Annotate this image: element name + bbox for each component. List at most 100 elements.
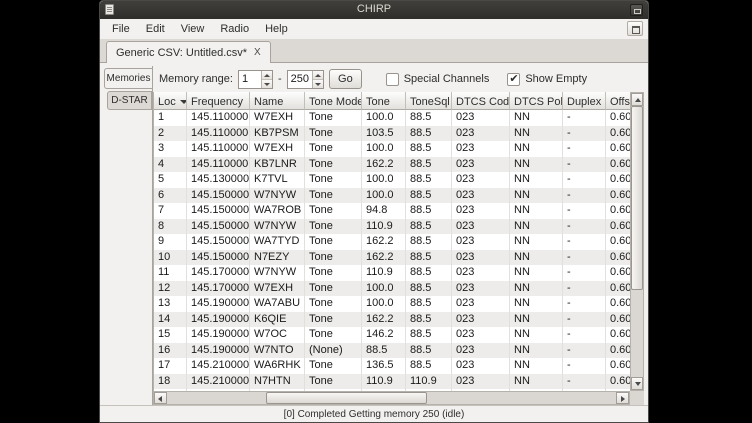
cell-tonesql[interactable]: 88.5 [406,172,452,188]
spinner-arrows[interactable] [261,71,272,88]
cell-duplex[interactable]: - [563,265,606,281]
cell-tone-mode[interactable]: Tone [305,358,362,374]
cell-name[interactable]: WA6RHK [250,358,305,374]
cell-offset[interactable]: 0.600000 [606,296,630,312]
cell-duplex[interactable]: - [563,312,606,328]
column-header-tonesql[interactable]: ToneSql [406,92,452,110]
cell-frequency[interactable]: 145.190000 [187,296,250,312]
cell-frequency[interactable]: 145.110000 [187,126,250,142]
cell-tone-mode[interactable]: Tone [305,172,362,188]
cell-duplex[interactable]: - [563,219,606,235]
cell-duplex[interactable]: - [563,234,606,250]
cell-offset[interactable]: 0.600000 [606,358,630,374]
cell-loc[interactable]: 9 [154,234,187,250]
cell-dtcs-code[interactable]: 023 [452,110,510,126]
cell-duplex[interactable]: - [563,374,606,390]
cell-loc[interactable]: 10 [154,250,187,266]
cell-duplex[interactable]: - [563,281,606,297]
cell-dtcs-code[interactable]: 023 [452,157,510,173]
cell-duplex[interactable]: - [563,358,606,374]
spin-down-icon[interactable] [262,80,272,88]
cell-frequency[interactable]: 145.150000 [187,234,250,250]
cell-tonesql[interactable]: 88.5 [406,141,452,157]
cell-tonesql[interactable]: 88.5 [406,343,452,359]
column-header-dtcs-code[interactable]: DTCS Code [452,92,510,110]
cell-duplex[interactable]: - [563,327,606,343]
column-header-frequency[interactable]: Frequency [187,92,250,110]
cell-loc[interactable]: 2 [154,126,187,142]
table-row[interactable]: 15145.190000W7OCTone146.288.5023NN-0.600… [154,327,630,343]
cell-name[interactable]: W7EXH [250,141,305,157]
menu-view[interactable]: View [173,20,213,38]
cell-dtcs-code[interactable]: 023 [452,172,510,188]
cell-tone-mode[interactable]: Tone [305,219,362,235]
go-button[interactable]: Go [329,69,362,89]
cell-frequency[interactable]: 145.110000 [187,157,250,173]
table-row[interactable]: 4145.110000KB7LNRTone162.288.5023NN-0.60… [154,157,630,173]
cell-loc[interactable]: 6 [154,188,187,204]
table-row[interactable]: 18145.210000N7HTNTone110.9110.9023NN-0.6… [154,374,630,390]
cell-tonesql[interactable]: 88.5 [406,110,452,126]
spinner-arrows[interactable] [312,71,323,88]
cell-tone[interactable]: 94.8 [362,203,406,219]
spin-up-icon[interactable] [262,71,272,80]
range-start-spinner[interactable]: 1 [238,70,273,89]
horizontal-scrollbar[interactable] [153,391,630,405]
cell-offset[interactable]: 0.600000 [606,265,630,281]
cell-tone[interactable]: 110.9 [362,374,406,390]
cell-tone-mode[interactable]: Tone [305,126,362,142]
horizontal-scroll-trough[interactable] [167,392,616,404]
tab-close-button[interactable]: X [254,47,261,58]
cell-dtcs-pol[interactable]: NN [510,358,563,374]
cell-dtcs-pol[interactable]: NN [510,343,563,359]
cell-tone[interactable]: 162.2 [362,312,406,328]
cell-tone[interactable]: 100.0 [362,188,406,204]
cell-tone[interactable]: 100.0 [362,141,406,157]
table-row[interactable]: 14145.190000K6QIETone162.288.5023NN-0.60… [154,312,630,328]
cell-duplex[interactable]: - [563,157,606,173]
table-row[interactable]: 7145.150000WA7ROBTone94.888.5023NN-0.600… [154,203,630,219]
cell-offset[interactable]: 0.600000 [606,141,630,157]
cell-offset[interactable]: 0.600000 [606,110,630,126]
cell-name[interactable]: K7TVL [250,172,305,188]
table-row[interactable]: 12145.170000W7EXHTone100.088.5023NN-0.60… [154,281,630,297]
cell-tonesql[interactable]: 88.5 [406,358,452,374]
spin-down-icon[interactable] [313,80,323,88]
cell-dtcs-code[interactable]: 023 [452,126,510,142]
table-row[interactable]: 5145.130000K7TVLTone100.088.5023NN-0.600… [154,172,630,188]
cell-name[interactable]: W7NTO [250,343,305,359]
cell-tone[interactable]: 162.2 [362,157,406,173]
menu-help[interactable]: Help [257,20,296,38]
cell-tone[interactable]: 100.0 [362,296,406,312]
scroll-down-icon[interactable] [631,377,643,390]
cell-name[interactable]: W7EXH [250,281,305,297]
cell-tonesql[interactable]: 88.5 [406,126,452,142]
cell-tonesql[interactable]: 88.5 [406,203,452,219]
cell-offset[interactable]: 0.600000 [606,312,630,328]
cell-dtcs-code[interactable]: 023 [452,312,510,328]
cell-offset[interactable]: 0.600000 [606,374,630,390]
cell-offset[interactable]: 0.600000 [606,281,630,297]
scroll-right-icon[interactable] [616,392,629,404]
scroll-left-icon[interactable] [154,392,167,404]
cell-tone-mode[interactable]: Tone [305,234,362,250]
column-header-loc[interactable]: Loc [154,92,187,110]
cell-frequency[interactable]: 145.190000 [187,327,250,343]
cell-tone-mode[interactable]: Tone [305,141,362,157]
cell-frequency[interactable]: 145.130000 [187,172,250,188]
cell-loc[interactable]: 13 [154,296,187,312]
cell-frequency[interactable]: 145.210000 [187,358,250,374]
scroll-up-icon[interactable] [631,93,643,106]
cell-loc[interactable]: 18 [154,374,187,390]
table-row[interactable]: 1145.110000W7EXHTone100.088.5023NN-0.600… [154,110,630,126]
cell-frequency[interactable]: 145.150000 [187,219,250,235]
cell-tonesql[interactable]: 88.5 [406,312,452,328]
cell-dtcs-code[interactable]: 023 [452,219,510,235]
cell-tone[interactable]: 100.0 [362,281,406,297]
cell-tone-mode[interactable]: Tone [305,281,362,297]
cell-dtcs-pol[interactable]: NN [510,157,563,173]
cell-tonesql[interactable]: 88.5 [406,250,452,266]
cell-tonesql[interactable]: 88.5 [406,296,452,312]
table-row[interactable]: 17145.210000WA6RHKTone136.588.5023NN-0.6… [154,358,630,374]
vertical-scrollbar[interactable] [630,92,644,391]
